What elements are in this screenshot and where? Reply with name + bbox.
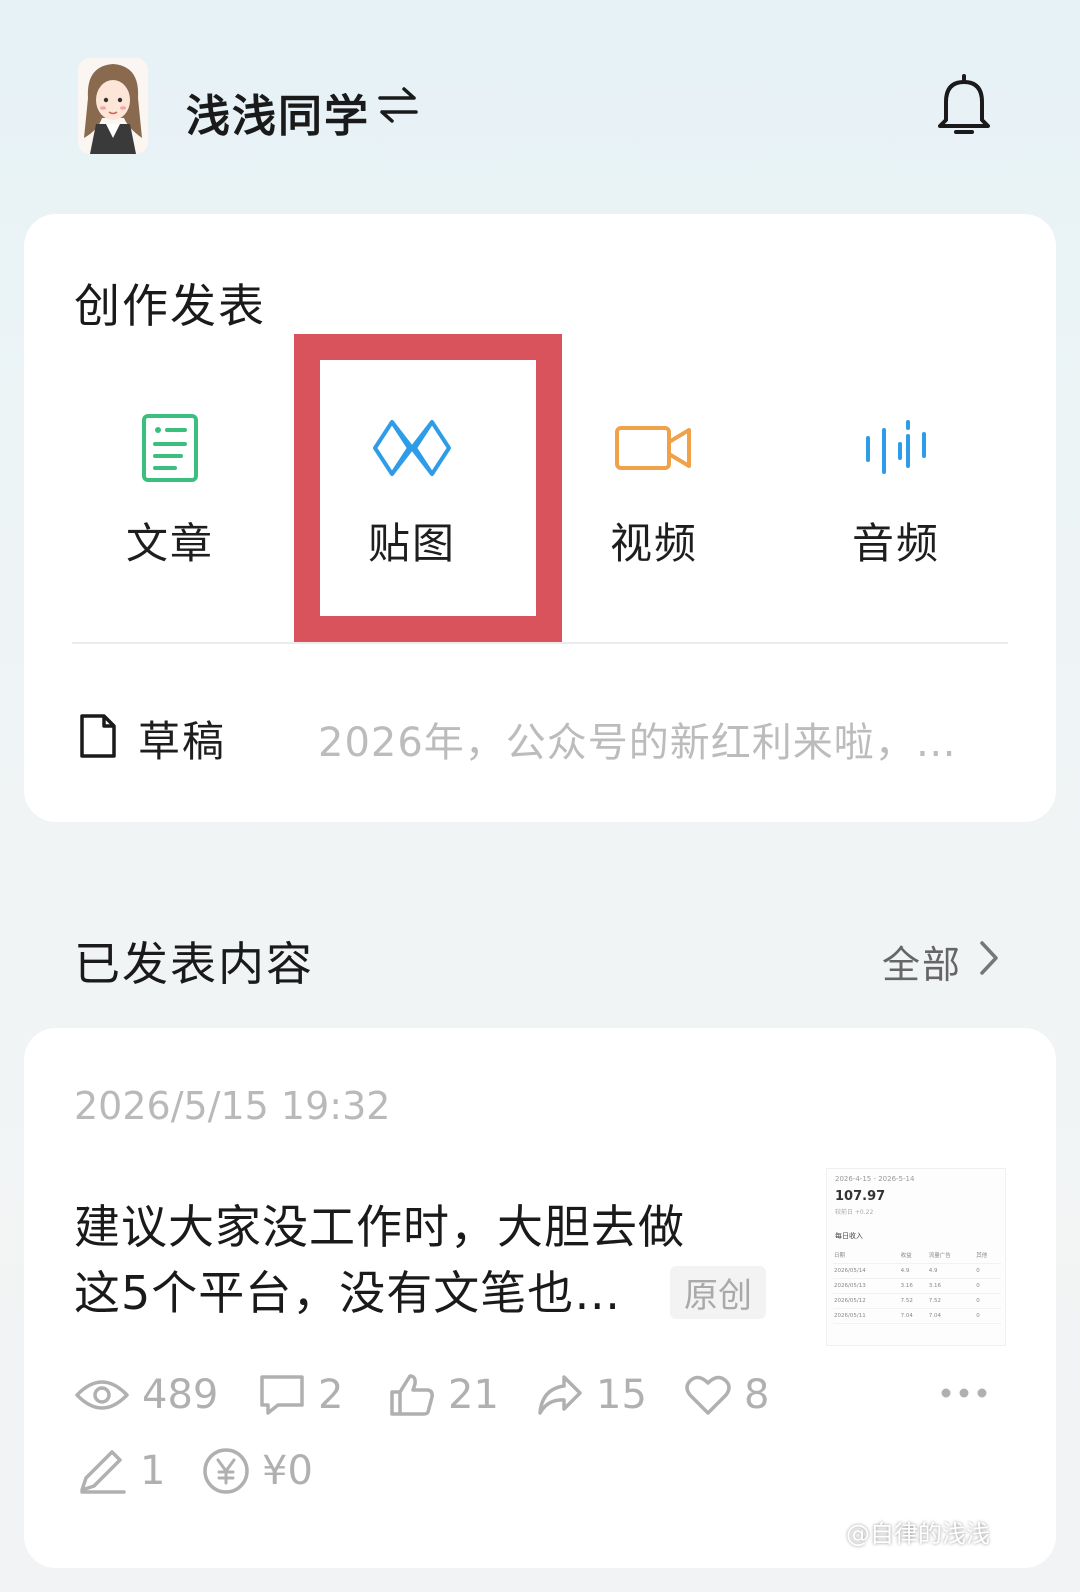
tool-video[interactable]: 视频 [544,380,764,600]
draft-icon [78,712,118,760]
thumb-cell: 2026/05/12 [833,1293,900,1309]
post-thumbnail[interactable]: 2026-4-15 - 2026-5-14 107.97 较前日 +0.22 每… [826,1168,1006,1346]
video-icon [609,408,699,488]
earnings-stat[interactable]: ¥0 [202,1446,313,1496]
thumbs-up-icon [390,1374,434,1416]
thumb-cell: 2026/05/14 [833,1263,900,1279]
thumb-table-header: 日期 收益 流量广告 其他 [833,1247,1001,1264]
yuan-coin-icon [203,1448,249,1494]
views-stat[interactable]: 489 [74,1370,218,1420]
eye-icon [75,1380,129,1410]
thumb-table-row: 2026/05/14 4.9 4.9 0 [833,1263,1001,1279]
create-section-title: 创作发表 [74,279,266,333]
tool-audio-label: 音频 [851,519,940,568]
article-icon [125,408,215,488]
tool-audio[interactable]: 音频 [786,380,1006,600]
username[interactable]: 浅浅同学 [186,80,370,144]
thumb-cell: 2026/05/13 [833,1278,900,1294]
shares-count: 15 [596,1372,647,1418]
thumb-cell: 0 [975,1278,1001,1294]
share-icon [538,1375,582,1415]
thumb-cell: 0 [975,1263,1001,1279]
thumb-range: 2026-4-15 - 2026-5-14 [835,1175,915,1183]
tool-video-label: 视频 [609,519,698,568]
avatar[interactable] [78,58,148,154]
thumb-cell: 3.16 [899,1278,928,1294]
chevron-right-icon[interactable] [976,938,1002,978]
thumb-cell: 2026/05/11 [833,1308,900,1324]
thumb-table-row: 2026/05/12 7.52 7.52 0 [833,1293,1001,1309]
thumb-value: 107.97 [835,1189,886,1204]
switch-account-icon[interactable] [376,84,420,124]
thumb-col: 日期 [833,1247,900,1264]
likes-stat[interactable]: 21 [388,1370,499,1420]
draft-preview[interactable]: 2026年，公众号的新红利来啦，… [318,710,1008,768]
thumb-col: 流量广告 [927,1247,976,1264]
more-icon[interactable] [940,1384,988,1398]
likes-count: 21 [448,1372,499,1418]
watermark: @自律的浅浅 [846,1520,990,1548]
favorites-stat[interactable]: 8 [684,1370,769,1420]
heart-icon [685,1375,731,1415]
edits-stat[interactable]: 1 [78,1446,165,1496]
thumb-cell: 7.52 [927,1293,976,1309]
favorites-count: 8 [744,1372,770,1418]
bell-icon[interactable] [936,70,992,138]
post-title[interactable]: 建议大家没工作时，大胆去做 这5个平台，没有文笔也… [74,1194,774,1326]
thumb-cell: 7.04 [899,1308,928,1324]
tool-article-label: 文章 [125,519,214,568]
thumb-col: 其他 [975,1247,1001,1264]
thumb-cell: 7.52 [899,1293,928,1309]
highlight-box [294,334,562,642]
thumb-table-row: 2026/05/11 7.04 7.04 0 [833,1308,1001,1324]
thumb-sub: 较前日 +0.22 [835,1209,874,1216]
comments-stat[interactable]: 2 [258,1370,343,1420]
post-title-line1: 建议大家没工作时，大胆去做 [74,1200,685,1254]
thumb-cell: 0 [975,1293,1001,1309]
tool-article[interactable]: 文章 [60,380,280,600]
comments-count: 2 [318,1372,344,1418]
thumb-heading: 每日收入 [835,1232,863,1240]
thumb-table-row: 2026/05/13 3.16 3.16 0 [833,1278,1001,1294]
published-section-title: 已发表内容 [74,937,314,991]
pencil-icon [80,1450,126,1494]
post-title-line2: 这5个平台，没有文笔也… [74,1266,622,1320]
thumb-cell: 0 [975,1308,1001,1324]
divider [72,642,1008,644]
thumb-cell: 4.9 [899,1263,928,1279]
thumb-cell: 7.04 [927,1308,976,1324]
views-count: 489 [142,1372,219,1418]
shares-stat[interactable]: 15 [536,1370,647,1420]
thumb-cell: 3.16 [927,1278,976,1294]
thumb-cell: 4.9 [927,1263,976,1279]
original-badge: 原创 [670,1266,766,1319]
edits-count: 1 [140,1448,166,1494]
thumb-col: 收益 [899,1247,928,1264]
view-all-link[interactable]: 全部 [882,934,962,989]
comment-icon [260,1375,304,1415]
earnings-amount: ¥0 [262,1448,313,1494]
post-time: 2026/5/15 19:32 [74,1084,391,1128]
audio-icon [851,408,941,488]
thumb-table: 日期 收益 流量广告 其他 2026/05/14 4.9 4.9 0 2026/… [833,1247,1001,1324]
draft-label[interactable]: 草稿 [138,708,226,769]
